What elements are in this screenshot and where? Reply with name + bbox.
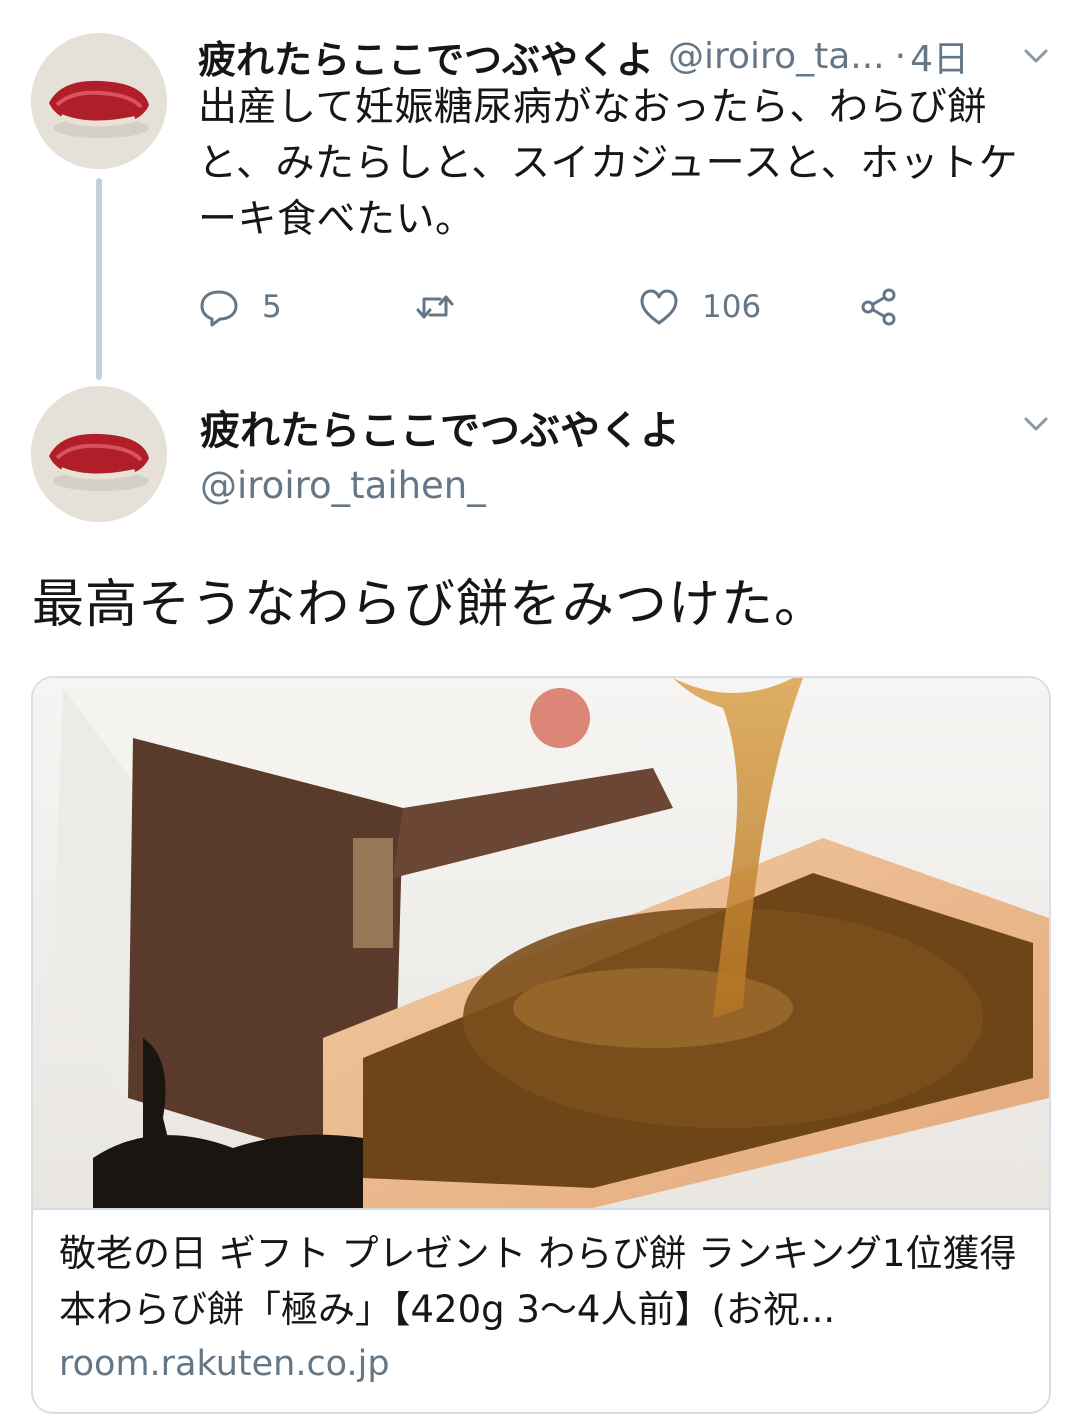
avatar[interactable] (31, 386, 167, 522)
reply-icon (200, 290, 238, 327)
card-title[interactable]: 敬老の日 ギフト プレゼント わらび餅 ランキング1位獲得 本わらび餅「極み」【… (59, 1226, 1029, 1338)
link-card[interactable]: 敬老の日 ギフト プレゼント わらび餅 ランキング1位獲得 本わらび餅「極み」【… (31, 676, 1051, 1414)
retweet-icon (416, 295, 454, 319)
display-name[interactable]: 疲れたらここでつぶやくよ (198, 29, 654, 84)
tweet-actions: 5 106 (198, 280, 918, 334)
share-icon (861, 288, 896, 326)
display-name[interactable]: 疲れたらここでつぶやくよ (200, 398, 680, 456)
tweet-header: 疲れたらここでつぶやくよ @iroiro_ta... · 4日 (198, 28, 1040, 84)
reply-button[interactable]: 5 (198, 280, 282, 334)
reply-count: 5 (262, 289, 282, 325)
separator-dot: · (894, 35, 907, 77)
like-button[interactable]: 106 (638, 280, 761, 334)
share-button[interactable] (858, 280, 900, 334)
avatar[interactable] (31, 33, 167, 169)
user-handle[interactable]: @iroiro_ta... (668, 36, 885, 77)
tweet-text: 最高そうなわらび餅をみつけた。 (32, 575, 828, 635)
heart-icon (640, 289, 678, 325)
chevron-down-icon[interactable] (1020, 40, 1052, 72)
like-count: 106 (702, 289, 762, 325)
card-image[interactable] (33, 678, 1049, 1210)
user-handle[interactable]: @iroiro_taihen_ (200, 464, 486, 507)
chevron-down-icon[interactable] (1020, 408, 1052, 440)
retweet-button[interactable] (414, 280, 478, 334)
timestamp[interactable]: 4日 (910, 30, 969, 82)
thread-line (96, 178, 102, 380)
tweet-text: 出産して妊娠糖尿病がなおったら、わらび餅と、みたらしと、スイカジュースと、ホット… (198, 85, 1019, 242)
card-domain[interactable]: room.rakuten.co.jp (59, 1344, 390, 1384)
